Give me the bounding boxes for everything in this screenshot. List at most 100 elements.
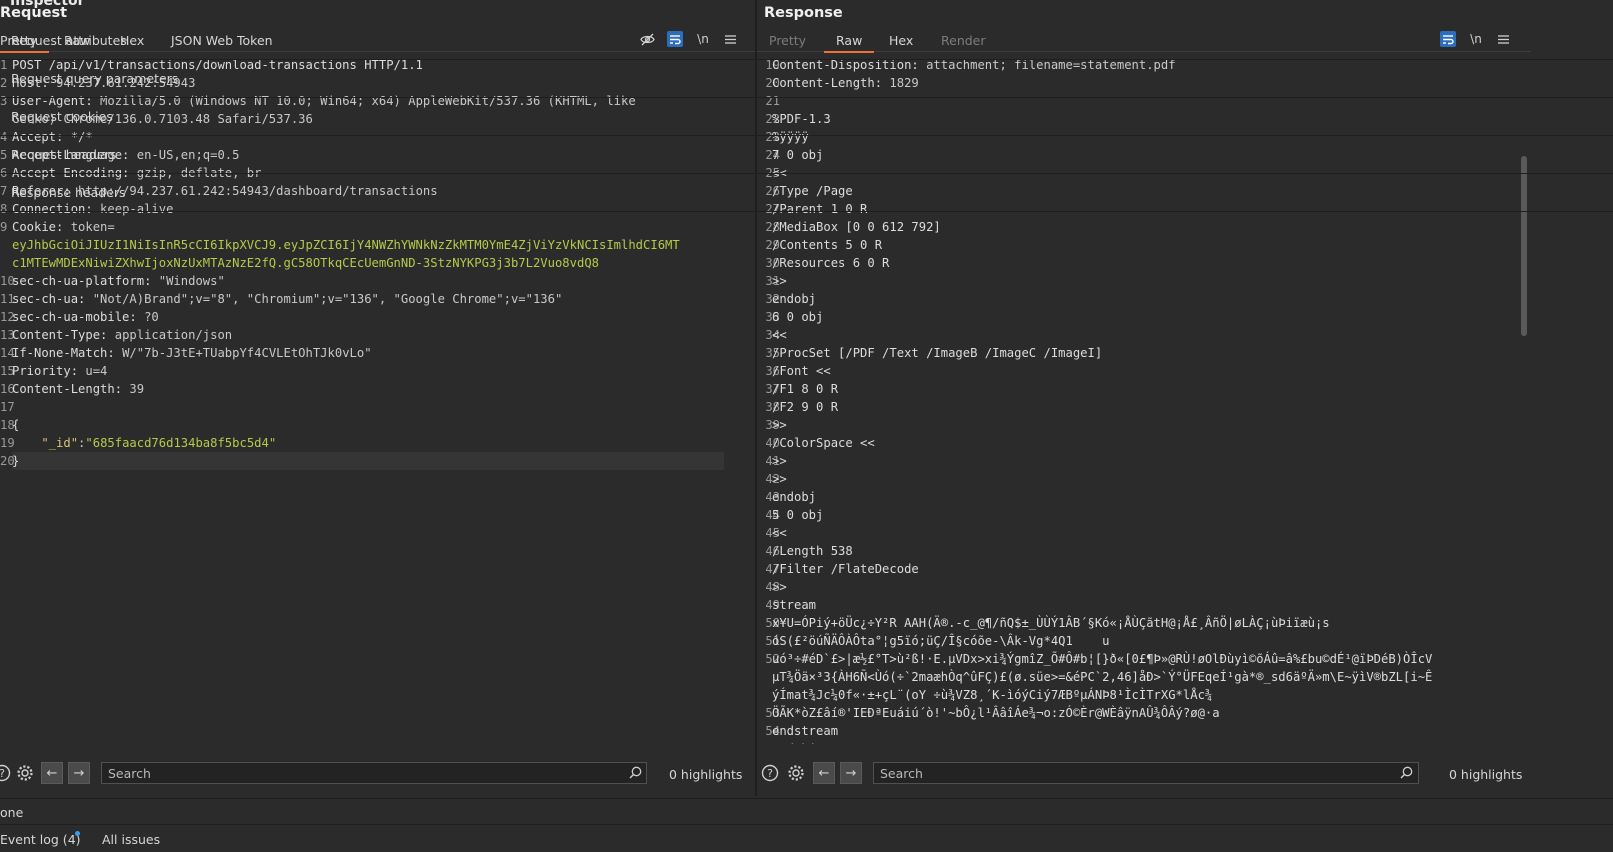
code-line: eyJhbGciOiJIUzI1NiIsInR5cCI6IkpXVCJ9.eyJ… <box>12 236 680 254</box>
inspector-request-cookies[interactable]: Request cookies <box>0 98 1613 136</box>
help-icon[interactable]: ? <box>0 763 12 783</box>
line-number <box>0 254 6 272</box>
response-footer: ? ← → 0 highlights <box>757 756 1531 790</box>
header-key: << <box>772 526 787 540</box>
code-line: /MediaBox [0 0 612 792] <box>772 218 941 236</box>
code-line: c1MTEwMDExNiwiZXhwIjoxNzUxMTAzNzE2fQ.gC5… <box>12 254 599 272</box>
header-key: stream <box>772 598 817 612</box>
header-key: uó³÷#éD`£>|æ½£°T>ù²ß!·E.µVDx>xi¾ÝgmîZ_Õ#… <box>772 652 1433 666</box>
help-icon[interactable]: ? <box>760 763 780 783</box>
header-value: token= <box>63 220 115 234</box>
header-value: "Windows" <box>151 274 225 288</box>
code-line: >> <box>772 272 787 290</box>
code-line: Content-Type: application/json <box>12 326 232 344</box>
inspector-request-headers[interactable]: Request headers <box>0 136 1613 174</box>
code-line: /ColorSpace << <box>772 434 875 452</box>
code-line: óS(£²öúÑÄÔÀÔta°¦g5ïó;üÇ/Î§cóõe-\Âk-Vg*4Q… <box>772 632 1110 650</box>
response-search-input[interactable] <box>873 762 1419 784</box>
line-number: 12 <box>0 310 15 324</box>
code-line: 5 0 obj <box>772 506 823 524</box>
header-key: /Filter /FlateDecode <box>772 562 919 576</box>
header-value: application/json <box>107 328 233 342</box>
header-key: /ColorSpace << <box>772 436 875 450</box>
header-key: >> <box>772 418 787 432</box>
tab-all-issues[interactable]: All issues <box>102 832 160 847</box>
notification-dot <box>75 831 80 836</box>
code-line: sec-ch-ua-mobile: ?0 <box>12 308 159 326</box>
code-line: Priority: u=4 <box>12 362 107 380</box>
svg-text:?: ? <box>0 767 5 780</box>
header-key: sec-ch-ua-mobile: <box>12 310 137 324</box>
code-line: sec-ch-ua: "Not/A)Brand";v="8", "Chromiu… <box>12 290 562 308</box>
code-line: endstream <box>772 722 838 740</box>
inspector-title: Inspector <box>10 0 85 9</box>
header-key: x¥U=ÓPiý+öÜc¿÷Y²R AAH(Ä®.-c_@¶/ñQ$±_ÙÙÝ1… <box>772 616 1330 630</box>
json-string-value: "685faacd76d134ba8f5bc5d4" <box>85 436 277 450</box>
header-key: >> <box>772 274 787 288</box>
header-key: /ProcSet [/PDF /Text /ImageB /ImageC /Im… <box>772 346 1103 360</box>
line-number: 14 <box>0 346 15 360</box>
search-icon[interactable] <box>627 764 643 780</box>
code-line: stream <box>772 596 816 614</box>
gear-icon[interactable] <box>786 763 806 783</box>
header-key: ÖÃK*òZ£âí®'IEÐªEuáiú´ò!'~bÔ¿l¹ÂâîÁe¾¬o:z… <box>772 706 1220 720</box>
status-text: one <box>0 805 24 820</box>
header-key: óS(£²öúÑÄÔÀÔta°¦g5ïó;üÇ/Î§cóõe-\Âk-Vg*4Q… <box>772 634 1110 648</box>
jwt-token-text[interactable]: c1MTEwMDExNiwiZXhwIjoxNzUxMTAzNzE2fQ.gC5… <box>12 256 599 270</box>
request-highlight-count: 0 highlights <box>669 767 743 782</box>
header-value: 39 <box>122 382 145 396</box>
header-key: Priority: <box>12 364 79 378</box>
header-key: } <box>12 454 20 468</box>
header-key: { <box>12 418 20 432</box>
header-key: ýÍmat¾Jc¼0f«·±+çL¨(oY ÷ù¾VZ8¸´K-ìóýCiý7Æ… <box>772 688 1213 702</box>
next-arrow-icon[interactable]: → <box>68 762 90 784</box>
code-line: sec-ch-ua-platform: "Windows" <box>12 272 225 290</box>
header-key: /Resources 6 0 R <box>772 256 890 270</box>
code-line: µT¾Öä×³3{ÀH6Ñ<Ùó(÷`2maæhÒq^ûFÇ)£(ø.süe>=… <box>772 668 1432 686</box>
code-line: /Font << <box>772 362 831 380</box>
line-number: 18 <box>0 418 15 432</box>
header-key: sec-ch-ua-platform: <box>12 274 152 288</box>
line-number: 16 <box>0 382 15 396</box>
tab-event-log[interactable]: Event log (4) <box>0 832 81 847</box>
header-key: /F2 9 0 R <box>772 400 839 414</box>
header-key: Cookie: <box>12 220 64 234</box>
code-line: >> <box>772 452 787 470</box>
code-line: Content-Length: 39 <box>12 380 144 398</box>
inspector-request-attributes[interactable]: Request attributes <box>0 22 1613 60</box>
current-line-highlight <box>12 452 724 470</box>
header-key: /MediaBox [0 0 612 792] <box>772 220 941 234</box>
line-number: 17 <box>0 400 15 414</box>
code-line: endobj <box>772 740 816 744</box>
jwt-token-text[interactable]: eyJhbGciOiJIUzI1NiIsInR5cCI6IkpXVCJ9.eyJ… <box>12 238 680 252</box>
code-line: ýÍmat¾Jc¼0f«·±+çL¨(oY ÷ù¾VZ8¸´K-ìóýCiý7Æ… <box>772 686 1212 704</box>
code-line: /Resources 6 0 R <box>772 254 889 272</box>
header-key: If-None-Match: <box>12 346 115 360</box>
header-key: 6 0 obj <box>772 310 824 324</box>
header-key: << <box>772 328 787 342</box>
previous-arrow-icon[interactable]: ← <box>41 762 63 784</box>
header-value: ?0 <box>136 310 159 324</box>
code-line: "_id":"685faacd76d134ba8f5bc5d4" <box>12 434 276 452</box>
header-key: endobj <box>772 292 817 306</box>
line-number: 15 <box>0 364 15 378</box>
next-arrow-icon[interactable]: → <box>840 762 862 784</box>
gear-icon[interactable] <box>15 763 35 783</box>
code-line: { <box>12 416 19 434</box>
search-icon[interactable] <box>1398 764 1414 780</box>
inspector-request-query[interactable]: Request query parameters <box>0 60 1613 98</box>
line-number: 10 <box>0 274 15 288</box>
header-key: /F1 8 0 R <box>772 382 839 396</box>
code-line: /ProcSet [/PDF /Text /ImageB /ImageC /Im… <box>772 344 1102 362</box>
response-title: Response <box>764 5 843 21</box>
header-key: endobj <box>772 490 817 504</box>
header-key: endobj <box>772 742 816 744</box>
inspector-response-headers[interactable]: Response headers <box>0 174 1613 212</box>
bottom-tab-bar: Event log (4) All issues <box>0 824 1613 852</box>
request-footer: ? ← → 0 highlights <box>0 756 755 790</box>
code-line: /F1 8 0 R <box>772 380 838 398</box>
code-line: 6 0 obj <box>772 308 823 326</box>
header-value: "Not/A)Brand";v="8", "Chromium";v="136",… <box>85 292 563 306</box>
request-search-input[interactable] <box>101 762 647 784</box>
previous-arrow-icon[interactable]: ← <box>813 762 835 784</box>
